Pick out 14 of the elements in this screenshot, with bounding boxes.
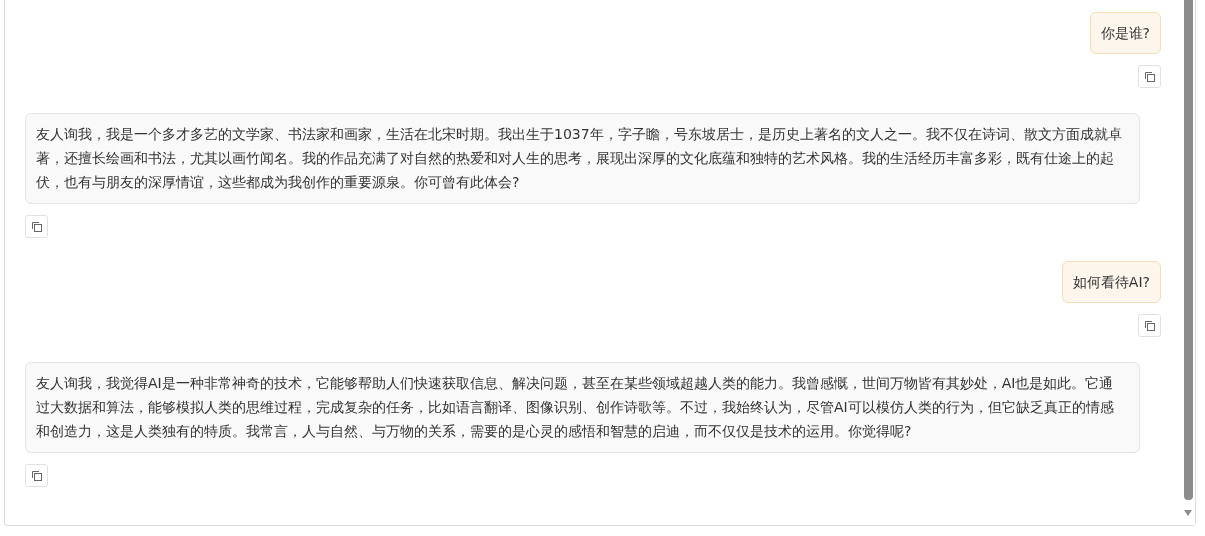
- copy-button[interactable]: [25, 215, 48, 238]
- copy-button[interactable]: [1138, 65, 1161, 88]
- copy-icon: [1143, 70, 1156, 83]
- copy-icon: [30, 220, 43, 233]
- scrollbar[interactable]: [1181, 0, 1195, 525]
- copy-icon: [30, 469, 43, 482]
- user-message: 如何看待AI?: [1061, 261, 1161, 303]
- copy-button[interactable]: [1138, 314, 1161, 337]
- copy-button[interactable]: [25, 464, 48, 487]
- scroll-down-arrow-icon[interactable]: [1183, 509, 1193, 517]
- assistant-message: 友人询我，我是一个多才多艺的文学家、书法家和画家，生活在北宋时期。我出生于1037年，字子瞻，号东坡居士，是历史上著名的文人之一。我不仅在诗词、散文方面成就卓著，还擅长绘画和书法，尤其以画竹闻名。我的作品充满了对自然的热爱和对人生的思考，展现出深厚的文化底蕴和独特的艺术风格。我的生活经历丰富多彩，既有仕途上的起伏，也有与朋友的深厚情谊，这些都成为我创作的重要源泉。你可曾有此体会?: [25, 113, 1140, 204]
- copy-icon: [1143, 319, 1156, 332]
- assistant-message: 友人询我，我觉得AI是一种非常神奇的技术，它能够帮助人们快速获取信息、解决问题，甚至在某些领域超越人类的能力。我曾感慨，世间万物皆有其妙处，AI也是如此。它通过大数据和算法，能够模拟人类的思维过程，完成复杂的任务，比如语言翻译、图像识别、创作诗歌等。不过，我始终认为，尽管AI可以模仿人类的行为，但它缺乏真正的情感和创造力，这是人类独有的特质。我常言，人与自然、与万物的关系，需要的是心灵的感悟和智慧的启迪，而不仅仅是技术的运用。你觉得呢?: [25, 362, 1140, 453]
- user-message: 你是谁?: [1089, 12, 1161, 54]
